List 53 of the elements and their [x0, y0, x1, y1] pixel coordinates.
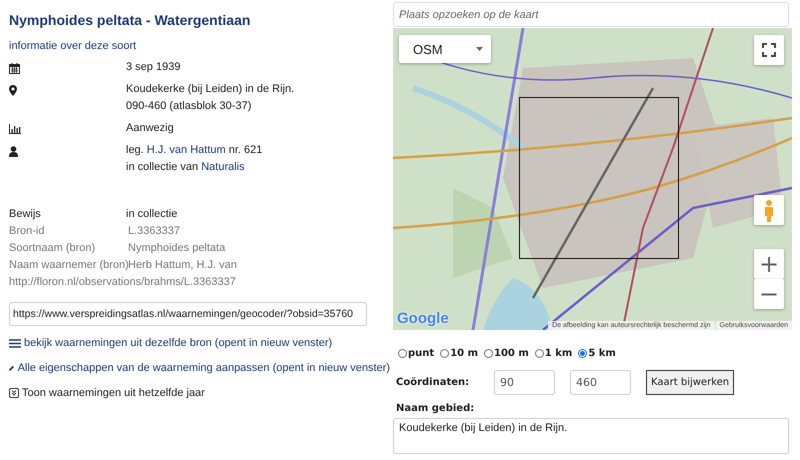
- source-value: L.3363337: [127, 225, 181, 238]
- menu-icon: [9, 338, 21, 348]
- pencil-icon: [9, 363, 15, 373]
- precision-radio[interactable]: [398, 349, 407, 358]
- update-map-button[interactable]: Kaart bijwerken: [646, 370, 734, 395]
- precision-label: 1 km: [544, 348, 572, 359]
- bar-chart-icon: [9, 124, 21, 134]
- area-name-label: Naam gebied:: [395, 403, 474, 414]
- species-info-link[interactable]: informatie over deze soort: [9, 40, 136, 52]
- coordinates-label: Coördinaten:: [395, 377, 470, 388]
- x-coordinate-field[interactable]: 90: [494, 370, 555, 395]
- map-logo: Google: [397, 310, 449, 327]
- source-value: Nymphoides peltata: [127, 242, 226, 255]
- precision-label: 100 m: [494, 348, 529, 359]
- precision-label: 10 m: [450, 348, 478, 359]
- source-label: Bron-id: [9, 225, 46, 238]
- map-layer-dropdown[interactable]: OSM: [399, 35, 491, 63]
- url-field[interactable]: https://www.verspreidingsatlas.nl/waarnemingen/geocoder/?obsid=35760: [9, 302, 367, 326]
- detail-text: leg. H.J. van Hattum nr. 621: [126, 144, 262, 157]
- precision-label: punt: [408, 348, 434, 359]
- calendar-icon: [9, 63, 20, 74]
- precision-radio[interactable]: [534, 349, 544, 358]
- species-title: Nymphoides peltata - Watergentiaan: [9, 12, 250, 28]
- detail-text: Koudekerke (bij Leiden) in de Rijn.: [126, 83, 294, 96]
- precision-radio[interactable]: [484, 349, 494, 358]
- fullscreen-icon[interactable]: [754, 35, 784, 65]
- toggle-link[interactable]: Toon waarnemingen uit hetzelfde jaar: [22, 387, 205, 399]
- source-url: http://floron.nl/observations/brahms/L.3363337: [9, 276, 237, 289]
- evidence-label: Bewijs: [9, 208, 42, 221]
- map-pin-icon: [9, 85, 17, 96]
- place-search-field[interactable]: Plaats opzoeken op de kaart: [393, 2, 789, 27]
- evidence-value: in collectie: [126, 208, 178, 221]
- detail-text: 090-460 (atlasblok 30-37): [126, 100, 252, 113]
- map-drawing[interactable]: [393, 28, 792, 330]
- action-link[interactable]: Alle eigenschappen van de waarneming aanpassen (opent in nieuw venster): [18, 362, 390, 374]
- zoom-out-button[interactable]: −: [754, 279, 784, 309]
- zoom-in-button[interactable]: +: [754, 249, 784, 279]
- caret-icon: [476, 47, 483, 51]
- action-link[interactable]: bekijk waarnemingen uit dezelfde bron (opent in nieuw venster): [24, 337, 332, 349]
- detail-text: Aanwezig: [126, 122, 174, 135]
- source-label: Soortnaam (bron): [9, 242, 96, 255]
- person-link[interactable]: Naturalis: [201, 161, 245, 173]
- precision-radio[interactable]: [440, 349, 450, 358]
- precision-radio[interactable]: [578, 349, 588, 358]
- person-link[interactable]: H.J. van Hattum: [146, 144, 226, 156]
- source-label: Naam waarnemer (bron): [9, 259, 126, 272]
- expand-icon[interactable]: [9, 388, 19, 398]
- area-name-field[interactable]: Koudekerke (bij Leiden) in de Rijn.: [393, 418, 789, 454]
- detail-text: 3 sep 1939: [126, 61, 180, 74]
- y-coordinate-field[interactable]: 460: [570, 370, 631, 395]
- person-icon: [9, 146, 18, 157]
- precision-label: 5 km: [588, 348, 616, 359]
- detail-text: in collectie van Naturalis: [126, 161, 245, 174]
